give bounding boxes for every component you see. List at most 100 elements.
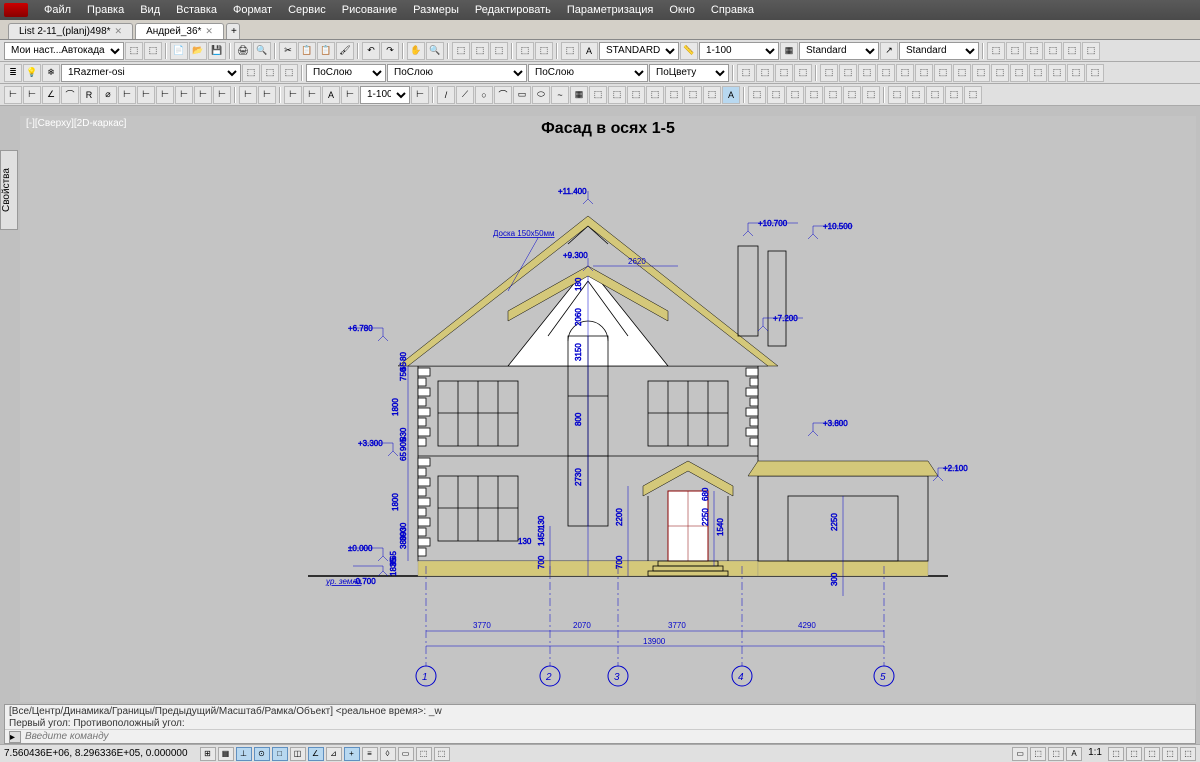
tool-btn[interactable]: ⬚ [1025,42,1043,60]
annoscale-btn[interactable]: A [1066,747,1082,761]
3dosnap-toggle[interactable]: ◫ [290,747,306,761]
menu-file[interactable]: Файл [36,2,79,18]
menu-edit[interactable]: Правка [79,2,132,18]
tool-btn[interactable]: ⬚ [888,86,906,104]
command-prompt-icon[interactable]: ▸ [9,731,21,743]
tool-btn[interactable]: ⬚ [896,64,914,82]
redo-btn[interactable]: ↷ [381,42,399,60]
tool-btn[interactable]: ⬚ [737,64,755,82]
tool-btn[interactable]: ⬚ [926,86,944,104]
menu-draw[interactable]: Рисование [334,2,405,18]
tool-btn[interactable]: ⬚ [1086,64,1104,82]
status-btn[interactable]: ⬚ [1144,747,1160,761]
menu-parametric[interactable]: Параметризация [559,2,661,18]
undo-btn[interactable]: ↶ [362,42,380,60]
model-paper-toggle[interactable]: ▭ [1012,747,1028,761]
tool-btn[interactable]: ⬚ [1006,42,1024,60]
status-btn[interactable]: ⬚ [1108,747,1124,761]
dim-btn[interactable]: ⊢ [341,86,359,104]
rect-btn[interactable]: ▭ [513,86,531,104]
tool-btn[interactable]: ⬚ [490,42,508,60]
qp-toggle[interactable]: ▭ [398,747,414,761]
tool-btn[interactable]: ⬚ [452,42,470,60]
dim-diameter-btn[interactable]: ⌀ [99,86,117,104]
dim-radius-btn[interactable]: R [80,86,98,104]
tool-btn[interactable]: ⬚ [516,42,534,60]
dim-ordinate-btn[interactable]: ⊢ [118,86,136,104]
tool-btn[interactable]: ⬚ [471,42,489,60]
tool-btn[interactable]: ⬚ [915,64,933,82]
polar-toggle[interactable]: ⊙ [254,747,270,761]
tool-btn[interactable]: ⬚ [261,64,279,82]
otrack-toggle[interactable]: ∠ [308,747,324,761]
tool-btn[interactable]: ⬚ [953,64,971,82]
dim-arc-btn[interactable]: ⌒ [61,86,79,104]
cut-btn[interactable]: ✂ [279,42,297,60]
leader-icon[interactable]: ↗ [880,42,898,60]
tool-btn[interactable]: ⬚ [608,86,626,104]
arc-btn[interactable]: ⌒ [494,86,512,104]
polyline-btn[interactable]: ⟋ [456,86,474,104]
layer-freeze-btn[interactable]: ❄ [42,64,60,82]
status-btn[interactable]: ⬚ [1030,747,1046,761]
menu-view[interactable]: Вид [132,2,168,18]
tool-btn[interactable]: ⬚ [144,42,162,60]
print-btn[interactable]: 🖨 [234,42,252,60]
dyn-toggle[interactable]: + [344,747,360,761]
dim-btn[interactable]: ⊢ [239,86,257,104]
tool-btn[interactable]: ⬚ [907,86,925,104]
tool-btn[interactable]: ⬚ [684,86,702,104]
dim-btn[interactable]: ⊢ [194,86,212,104]
grid-toggle[interactable]: ▦ [218,747,234,761]
paste-btn[interactable]: 📋 [317,42,335,60]
tool-btn[interactable]: ⬚ [767,86,785,104]
tool-btn[interactable]: ⬚ [858,64,876,82]
dim-linear-btn[interactable]: ⊢ [4,86,22,104]
tool-btn[interactable]: ⬚ [665,86,683,104]
sc-toggle[interactable]: ⬚ [416,747,432,761]
tool-btn[interactable]: ⬚ [1029,64,1047,82]
dim-style-select-1[interactable]: Standard [799,42,879,60]
menu-window[interactable]: Окно [661,2,703,18]
tool-btn[interactable]: ⬚ [242,64,260,82]
menu-tools[interactable]: Сервис [280,2,334,18]
close-icon[interactable]: ✕ [205,26,213,37]
tool-btn[interactable]: ⬚ [786,86,804,104]
tool-btn[interactable]: ⬚ [820,64,838,82]
plotstyle-select[interactable]: ПоЦвету [649,64,729,82]
snap-toggle[interactable]: ⊞ [200,747,216,761]
annotation-scale[interactable]: 1:1 [1084,747,1106,761]
dim-btn[interactable]: ⊢ [156,86,174,104]
tool-btn[interactable]: ⬚ [934,64,952,82]
tool-btn[interactable]: ⬚ [987,42,1005,60]
tool-btn[interactable]: ⬚ [839,64,857,82]
tool-btn[interactable]: ⬚ [775,64,793,82]
tool-btn[interactable]: ⬚ [1067,64,1085,82]
dim-update-btn[interactable]: ⊢ [411,86,429,104]
spline-btn[interactable]: ~ [551,86,569,104]
tool-btn[interactable]: ⬚ [748,86,766,104]
new-btn[interactable]: 📄 [170,42,188,60]
tool-btn[interactable]: ⬚ [1063,42,1081,60]
status-btn[interactable]: ⬚ [1126,747,1142,761]
tool-btn[interactable]: ⬚ [125,42,143,60]
tool-btn[interactable]: ⬚ [945,86,963,104]
line-btn[interactable]: / [437,86,455,104]
ducs-toggle[interactable]: ⊿ [326,747,342,761]
text-style-select[interactable]: STANDARD [599,42,679,60]
tool-btn[interactable]: ⬚ [1010,64,1028,82]
lwt-toggle[interactable]: ≡ [362,747,378,761]
open-btn[interactable]: 📂 [189,42,207,60]
color-select[interactable]: ПоСлою [306,64,386,82]
menu-dimensions[interactable]: Размеры [405,2,467,18]
tool-btn[interactable]: ⬚ [964,86,982,104]
dim-btn[interactable]: A [322,86,340,104]
layer-mgr-btn[interactable]: ≣ [4,64,22,82]
tool-btn[interactable]: ⬚ [646,86,664,104]
tool-btn[interactable]: ⬚ [280,64,298,82]
tool-btn[interactable]: ⬚ [1082,42,1100,60]
tool-btn[interactable]: ⬚ [843,86,861,104]
ortho-toggle[interactable]: ⊥ [236,747,252,761]
linetype-select[interactable]: ПоСлою [387,64,527,82]
layer-select[interactable]: 1Razmer-osi [61,64,241,82]
